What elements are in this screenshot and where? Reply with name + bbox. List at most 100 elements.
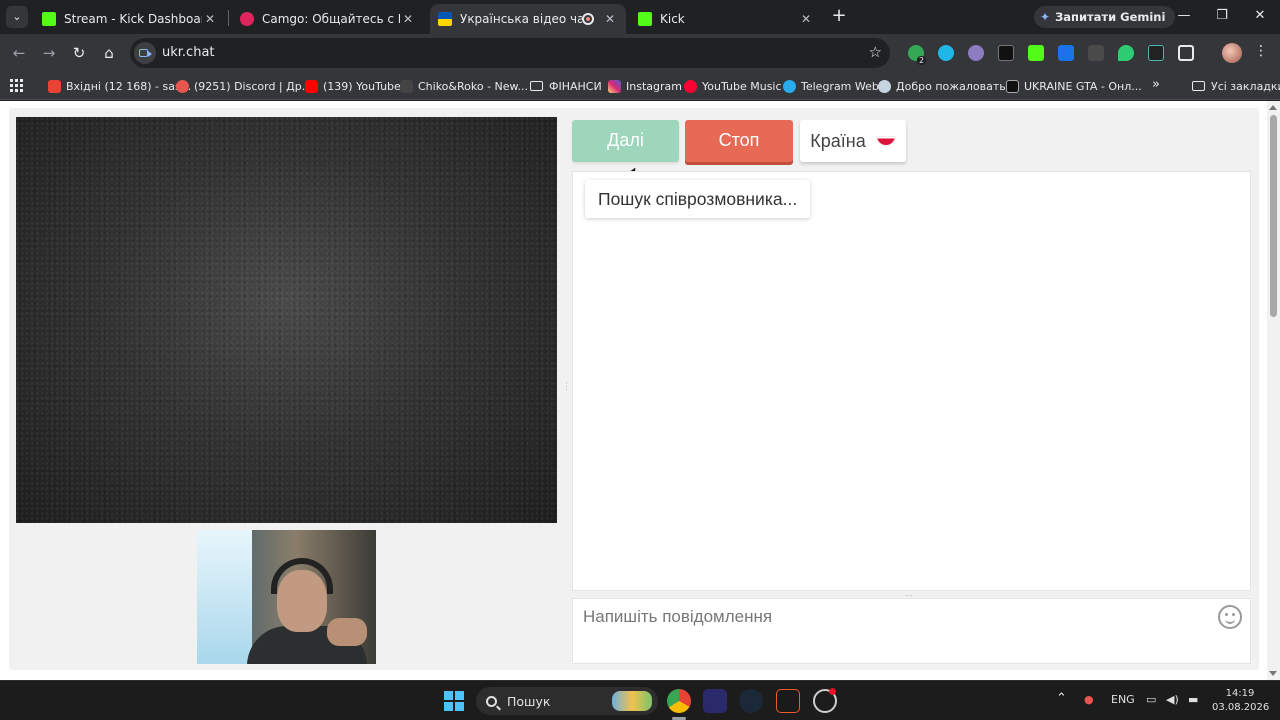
windows-start-icon[interactable] (444, 691, 464, 711)
video-static-noise (16, 117, 557, 523)
tab-kick[interactable]: Kick ✕ (630, 4, 822, 34)
restore-window-icon[interactable]: ❐ (1210, 6, 1234, 26)
apps-grid-icon[interactable] (10, 79, 23, 92)
chrome-icon[interactable] (667, 689, 691, 713)
tab-title: Kick (660, 12, 685, 26)
tab-title: Camgo: Общайтесь с Незнаком (262, 12, 400, 26)
bookmark-label: Добро пожаловать... (896, 79, 1017, 93)
scroll-thumb[interactable] (1270, 115, 1277, 317)
sik-extension-icon[interactable] (1148, 45, 1164, 61)
close-tab-icon[interactable]: ✕ (602, 12, 618, 26)
browser-menu-icon[interactable]: ⋮ (1254, 43, 1268, 59)
bookmark-youtube[interactable]: (139) YouTube (305, 77, 401, 95)
all-bookmarks-label: Усі закладки (1211, 79, 1280, 93)
back-arrow-icon[interactable]: ← (8, 42, 30, 64)
steam-app-icon[interactable] (739, 689, 763, 713)
ukraine-gta-app-icon[interactable] (703, 689, 727, 713)
profile-avatar[interactable] (1222, 43, 1242, 63)
bookmark-chiko-roko[interactable]: Chiko&Roko - New... (400, 77, 528, 95)
bookmark-steam[interactable]: Добро пожаловать... (878, 77, 1016, 95)
forward-arrow-icon[interactable]: → (38, 42, 60, 64)
close-tab-icon[interactable]: ✕ (400, 12, 416, 26)
close-tab-icon[interactable]: ✕ (798, 12, 814, 26)
volume-icon[interactable]: ◀) (1166, 693, 1179, 706)
page-content: ⋮ Далі Стоп Країна Пошук співрозмовника.… (0, 101, 1280, 680)
address-url: ukr.chat (162, 45, 215, 60)
home-icon[interactable]: ⌂ (98, 42, 120, 64)
tray-expand-chevron-icon[interactable]: ⌃ (1056, 691, 1067, 706)
tab-title: Stream - Kick Dashboard (64, 12, 202, 26)
steam-icon (878, 79, 891, 93)
windows-taskbar: Пошук ⌃ ● ENG ▭ ◀) ▬ 14:19 03.08.2026 (0, 680, 1280, 720)
self-video-hand (327, 618, 367, 646)
bookmark-youtube-music[interactable]: YouTube Music (684, 77, 782, 95)
country-button[interactable]: Країна (800, 120, 906, 162)
reload-icon[interactable]: ↻ (68, 42, 90, 64)
next-button[interactable]: Далі (572, 120, 679, 162)
taskbar-search[interactable]: Пошук (476, 687, 658, 715)
site-info-video-icon[interactable] (134, 42, 156, 64)
bookmarks-bar: Вхідні (12 168) - sas... (9251) Discord … (0, 72, 1280, 100)
scroll-down-arrow-icon[interactable] (1269, 671, 1277, 676)
language-indicator[interactable]: ENG (1111, 693, 1135, 706)
browser-toolbar: ← → ↻ ⌂ ukr.chat ☆ 2 ⋮ (0, 34, 1280, 72)
network-icon[interactable]: ▭ (1146, 693, 1156, 706)
kick-extension-icon[interactable] (1028, 45, 1044, 61)
tab-kick-dashboard[interactable]: Stream - Kick Dashboard ✕ (34, 4, 226, 34)
tab-separator (228, 10, 229, 26)
bookmark-discord[interactable]: (9251) Discord | Др... (176, 77, 312, 95)
planet-extension-icon[interactable] (968, 45, 984, 61)
streaming-app-icon[interactable] (776, 689, 800, 713)
bookmark-instagram[interactable]: Instagram (608, 77, 682, 95)
scroll-up-arrow-icon[interactable] (1269, 105, 1277, 110)
vpn-extension-icon[interactable] (1118, 45, 1134, 61)
emoji-smiley-icon[interactable] (1218, 605, 1242, 629)
microphone-icon[interactable]: ● (1084, 693, 1094, 706)
tab-ukr-chat[interactable]: Українська відео чат рулет ✕ (430, 4, 626, 34)
extensions-puzzle-icon[interactable] (1178, 45, 1194, 61)
country-label: Країна (810, 131, 866, 151)
youtube-icon (305, 79, 318, 93)
bookmark-folder-finance[interactable]: ФІНАНСИ (530, 77, 602, 95)
message-input[interactable]: Напишіть повідомлення (572, 598, 1251, 664)
mc-extension-icon[interactable] (998, 45, 1014, 61)
close-window-icon[interactable]: ✕ (1248, 6, 1272, 26)
bookmark-star-icon[interactable]: ☆ (869, 43, 882, 61)
bookmark-label: Telegram Web (801, 79, 879, 93)
battery-icon[interactable]: ▬ (1188, 693, 1198, 706)
folder-icon (530, 81, 543, 91)
stop-button[interactable]: Стоп (685, 120, 793, 162)
bookmark-label: ФІНАНСИ (549, 79, 602, 93)
recording-indicator-icon (582, 13, 594, 25)
shield-extension-icon[interactable] (1058, 45, 1074, 61)
address-bar[interactable]: ukr.chat ☆ (130, 38, 890, 68)
bookmark-label: (139) YouTube (323, 79, 401, 93)
taskbar-clock[interactable]: 14:19 03.08.2026 (1212, 687, 1269, 715)
page-scrollbar[interactable] (1267, 101, 1280, 680)
self-camera-video (197, 530, 376, 664)
all-bookmarks-button[interactable]: Усі закладки (1192, 77, 1280, 95)
ask-gemini-button[interactable]: ✦ Запитати Gemini (1034, 6, 1176, 28)
youtube-music-icon (684, 79, 697, 93)
minimize-window-icon[interactable]: — (1172, 6, 1196, 26)
ask-gemini-label: Запитати Gemini (1055, 10, 1166, 24)
bookmark-ukraine-gta[interactable]: UKRAINE GTA - Онл... (1006, 77, 1142, 95)
bookmark-label: Вхідні (12 168) - sas... (66, 79, 192, 93)
bookmark-gmail[interactable]: Вхідні (12 168) - sas... (48, 77, 191, 95)
status-message: Пошук співрозмовника... (585, 180, 811, 218)
bookmark-label: (9251) Discord | Др... (194, 79, 313, 93)
new-tab-plus-icon[interactable]: + (828, 6, 850, 28)
sync-extension-icon[interactable] (938, 45, 954, 61)
message-placeholder: Напишіть повідомлення (583, 607, 773, 626)
folder-icon (1192, 81, 1205, 91)
more-bookmarks-chevron-icon[interactable]: » (1152, 77, 1160, 92)
bookmark-telegram[interactable]: Telegram Web (783, 77, 879, 95)
close-tab-icon[interactable]: ✕ (202, 12, 218, 26)
panel-resize-handle[interactable]: ⋮ (562, 383, 571, 399)
ukraine-flag-icon (438, 12, 452, 26)
tab-search-chevron-icon[interactable]: ⌄ (6, 6, 28, 28)
tab-camgo[interactable]: Camgo: Общайтесь с Незнаком ✕ (232, 4, 424, 34)
camgo-heart-icon (240, 12, 254, 26)
extension-badge: 2 (917, 56, 927, 65)
translate-extension-icon[interactable] (1088, 45, 1104, 61)
